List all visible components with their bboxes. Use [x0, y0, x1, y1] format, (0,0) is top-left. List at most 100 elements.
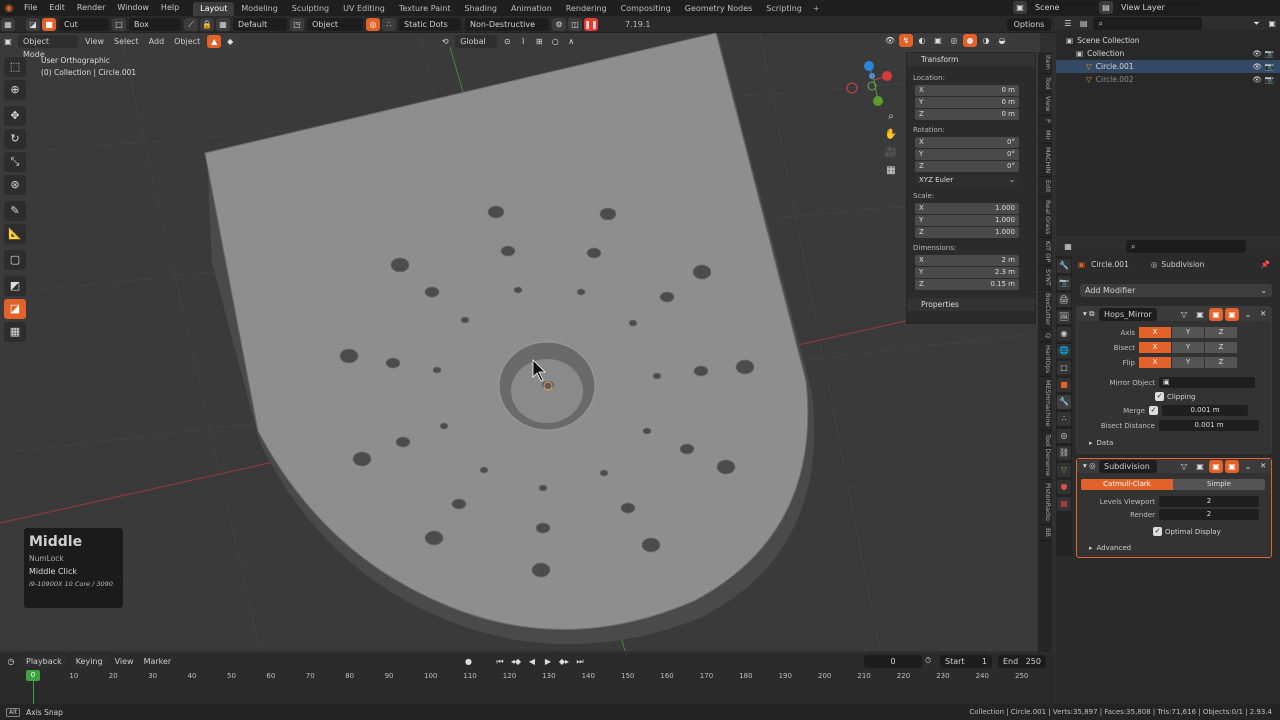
advanced-subpanel[interactable]: ▸ Advanced: [1077, 544, 1271, 552]
current-frame-field[interactable]: 0: [864, 654, 922, 668]
scene-icon[interactable]: ▣: [1013, 1, 1027, 14]
annotate-icon[interactable]: ✎: [4, 201, 26, 221]
flip-x-toggle[interactable]: X: [1139, 357, 1171, 368]
cut-tool-icon[interactable]: ◪: [26, 17, 40, 31]
tab-rendering[interactable]: Rendering: [559, 2, 614, 16]
record-icon[interactable]: ●: [465, 657, 472, 666]
sidebar-tab-pistonradio[interactable]: PistonRadio: [1038, 480, 1052, 525]
visibility-eye-icon[interactable]: 👁: [1252, 60, 1262, 73]
snap-toggle-icon[interactable]: ⌇: [516, 35, 530, 48]
scale-z-field[interactable]: Z 1.000: [915, 227, 1019, 238]
collection-tab-icon[interactable]: ▢: [1057, 361, 1071, 375]
orientation-icon[interactable]: ⟲: [438, 35, 452, 48]
xray-icon[interactable]: ▣: [931, 34, 945, 47]
sidebar-tab-view[interactable]: View: [1038, 93, 1052, 116]
flip-y-toggle[interactable]: Y: [1172, 357, 1204, 368]
add-workspace-icon[interactable]: +: [813, 4, 820, 13]
jump-end-icon[interactable]: ⏭: [573, 655, 587, 668]
menu-help[interactable]: Help: [155, 0, 185, 16]
outliner-item[interactable]: ▽ Circle.002 👁 📷: [1056, 73, 1280, 86]
timeline-menu-marker[interactable]: Marker: [139, 655, 177, 668]
sub-realtime-icon[interactable]: ▣: [1209, 459, 1223, 473]
add-cube-icon[interactable]: ▢: [4, 250, 26, 270]
sidebar-tab-boxcutter[interactable]: BoxCutter: [1038, 290, 1052, 330]
transform-icon[interactable]: ⊛: [4, 175, 26, 195]
start-frame-field[interactable]: Start 1: [940, 654, 992, 668]
editmode-icon[interactable]: ▣: [1193, 307, 1207, 321]
properties-search-icon[interactable]: ⌕: [1126, 239, 1246, 253]
viewport-menu-view[interactable]: View: [80, 35, 109, 48]
rotation-y-field[interactable]: Y 0°: [915, 149, 1019, 160]
dots-icon[interactable]: ∴: [382, 17, 396, 31]
modifier-tab-icon[interactable]: 🔧: [1057, 395, 1071, 409]
render-tab-icon[interactable]: 📷: [1057, 276, 1071, 290]
sidebar-tab-meshmachine[interactable]: MESHmachine: [1038, 377, 1052, 431]
subdivision-name-field[interactable]: Subdivision: [1099, 459, 1157, 473]
wireframe-icon[interactable]: ◫: [568, 17, 582, 31]
end-frame-field[interactable]: End 250: [998, 654, 1046, 668]
dimensions-x-field[interactable]: X 2 m: [915, 255, 1019, 266]
close-icon[interactable]: ✕: [1260, 307, 1266, 321]
view-layer-icon[interactable]: ▤: [1099, 1, 1113, 14]
physics-tab-icon[interactable]: ◎: [1057, 429, 1071, 443]
scale-y-field[interactable]: Y 1.000: [915, 215, 1019, 226]
sidebar-tab-kit-op[interactable]: KIT OP: [1038, 238, 1052, 267]
sidebar-tab-item[interactable]: Item: [1038, 52, 1052, 74]
filter-icon[interactable]: ⏷: [1250, 17, 1264, 30]
overlay-icon[interactable]: ◐: [915, 34, 929, 47]
lock-icon[interactable]: 🔒: [200, 17, 214, 31]
tab-uv-editing[interactable]: UV Editing: [336, 2, 392, 16]
scene-tab-icon[interactable]: ◉: [1057, 327, 1071, 341]
menu-render[interactable]: Render: [71, 0, 111, 16]
visibility-icon[interactable]: 👁: [883, 34, 897, 47]
display-mode-icon[interactable]: ▤: [1077, 17, 1091, 30]
next-key-icon[interactable]: ◆▸: [557, 655, 571, 668]
camera-icon[interactable]: 🎥: [884, 147, 898, 165]
rotate-icon[interactable]: ↻: [4, 129, 26, 149]
properties-header[interactable]: Properties: [907, 298, 1035, 311]
boxcutter-icon[interactable]: ◩: [4, 276, 26, 296]
merge-checkbox[interactable]: ✓: [1149, 406, 1158, 415]
tab-geometry-nodes[interactable]: Geometry Nodes: [678, 2, 759, 16]
hops-cut-icon[interactable]: ◪: [4, 299, 26, 319]
axis-z-toggle[interactable]: Z: [1205, 327, 1237, 338]
grid-tool-icon[interactable]: ▦: [4, 322, 26, 342]
object-tab-icon[interactable]: ■: [1057, 378, 1071, 392]
rotation-mode-dropdown[interactable]: XYZ Euler ⌄: [915, 175, 1019, 186]
scale-x-field[interactable]: X 1.000: [915, 203, 1019, 214]
playhead[interactable]: 0: [26, 670, 40, 681]
location-y-field[interactable]: Y 0 m: [915, 97, 1019, 108]
sub-edit-cage-icon[interactable]: ▽: [1177, 459, 1191, 473]
sidebar-tab-edit[interactable]: Edit: [1038, 177, 1052, 197]
visibility-eye-icon[interactable]: 👁: [1252, 73, 1262, 86]
settings-gear-icon[interactable]: ⚙: [552, 17, 566, 31]
bisect-y-toggle[interactable]: Y: [1172, 342, 1204, 353]
bisect-x-toggle[interactable]: X: [1139, 342, 1171, 353]
object-icon[interactable]: ◳: [290, 17, 304, 31]
modifier-menu-icon[interactable]: ⌄: [1241, 307, 1255, 321]
new-collection-icon[interactable]: ▣: [1265, 17, 1279, 30]
hops-icon[interactable]: ◎: [366, 17, 380, 31]
rotation-z-field[interactable]: Z 0°: [915, 161, 1019, 172]
gizmo-icon[interactable]: ↯: [899, 34, 913, 47]
bisect-distance-field[interactable]: 0.001 m: [1159, 420, 1259, 431]
constraints-tab-icon[interactable]: ⛓: [1057, 446, 1071, 460]
edit-cage-icon[interactable]: ▽: [1177, 307, 1191, 321]
viewport-editor-icon[interactable]: ▣: [1, 35, 15, 48]
shading-wire-icon[interactable]: ◎: [947, 34, 961, 47]
box-field[interactable]: Box: [129, 17, 181, 31]
grid-icon[interactable]: ▦: [216, 17, 230, 31]
sidebar-tab-p[interactable]: P: [1038, 116, 1052, 127]
render-camera-icon[interactable]: 📷: [1265, 60, 1274, 73]
prev-key-icon[interactable]: ◂◆: [509, 655, 523, 668]
play-reverse-icon[interactable]: ◀: [525, 655, 539, 668]
options-dropdown[interactable]: Options: [1007, 17, 1051, 31]
sub-modifier-menu-icon[interactable]: ⌄: [1241, 459, 1255, 473]
catmull-clark-button[interactable]: Catmull-Clark: [1081, 479, 1173, 490]
transform-header[interactable]: Transform: [907, 53, 1035, 66]
viewport-menu-select[interactable]: Select: [109, 35, 144, 48]
zoom-icon[interactable]: ⌕: [884, 111, 898, 129]
view-layer-field[interactable]: View Layer: [1116, 1, 1206, 14]
view-layer-tab-icon[interactable]: 🖼: [1057, 310, 1071, 324]
tab-shading[interactable]: Shading: [457, 2, 504, 16]
